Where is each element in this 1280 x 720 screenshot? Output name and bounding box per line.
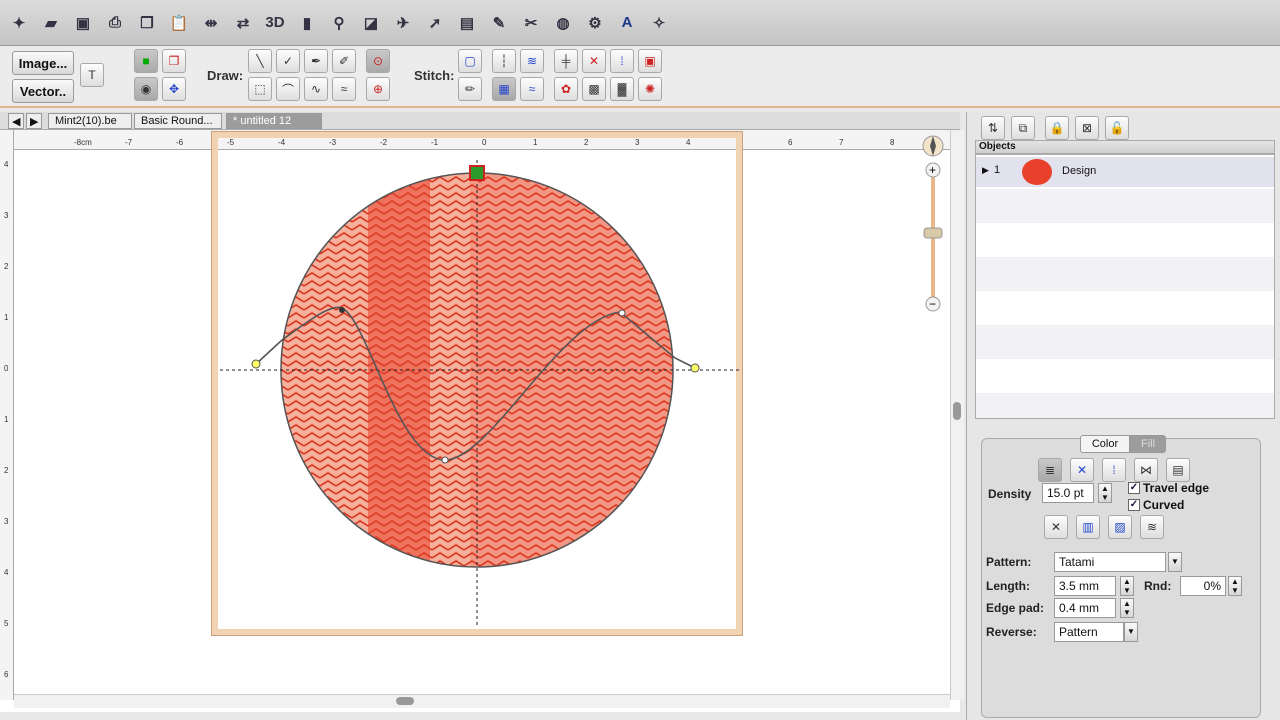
rnd-stepper[interactable]: ▲ ▼	[1228, 576, 1242, 596]
curved-checkbox[interactable]: ✓ Curved	[1128, 498, 1184, 512]
travel-edge-checkbox[interactable]: ✓ Travel edge	[1128, 481, 1209, 495]
fill-type-tatami-icon[interactable]: ≣	[1038, 458, 1062, 482]
travel-edge-label: Travel edge	[1143, 481, 1210, 495]
density-label: Density	[988, 487, 1032, 501]
curved-label: Curved	[1143, 498, 1185, 512]
fill-type-cross-icon[interactable]: ✕	[1070, 458, 1094, 482]
reverse-label: Reverse:	[986, 625, 1037, 639]
reverse-dropdown-icon[interactable]: ▼	[1124, 622, 1138, 642]
direction-vertical-icon[interactable]: ▥	[1076, 515, 1100, 539]
object-name: Design	[1062, 165, 1097, 177]
fill-type-bow-icon[interactable]: ⋈	[1134, 458, 1158, 482]
unlock-icon[interactable]: 🔓	[1105, 116, 1129, 140]
control-point[interactable]	[339, 307, 345, 313]
pattern-select[interactable]: Tatami	[1054, 552, 1166, 572]
properties-panel: Color Fill ≣ ✕ ⁞ ⋈ ▤ Density 15.0 pt ▲ ▼ …	[981, 435, 1261, 718]
objects-list: ▶ 1 Design	[975, 154, 1275, 419]
tab-color[interactable]: Color	[1080, 435, 1130, 453]
control-point[interactable]	[618, 309, 626, 317]
edge-pad-field[interactable]: 0.4 mm	[1054, 598, 1116, 618]
hide-icon[interactable]: ⊠	[1075, 116, 1099, 140]
control-point[interactable]	[690, 363, 700, 373]
object-row[interactable]: ▶ 1 Design	[976, 157, 1274, 187]
right-panel: ⇅ ⧉ 🔒 ⊠ 🔓 Objects ▶ 1 Design Color Fill …	[966, 112, 1280, 720]
tab-fill[interactable]: Fill	[1130, 435, 1166, 453]
density-stepper[interactable]: ▲ ▼	[1098, 483, 1112, 503]
lock-icon[interactable]: 🔒	[1045, 116, 1069, 140]
control-point[interactable]	[251, 359, 261, 369]
object-order-icon[interactable]: ⇅	[981, 116, 1005, 140]
density-field[interactable]: 15.0 pt	[1042, 483, 1094, 503]
pattern-dropdown-icon[interactable]: ▼	[1168, 552, 1182, 572]
vertical-scrollbar[interactable]	[950, 130, 964, 700]
horizontal-scrollbar[interactable]	[14, 694, 950, 708]
edge-pad-stepper[interactable]: ▲ ▼	[1120, 598, 1134, 618]
rnd-field[interactable]: 0%	[1180, 576, 1226, 596]
stitch-design[interactable]	[0, 0, 960, 712]
pattern-label: Pattern:	[986, 555, 1032, 569]
edge-pad-label: Edge pad:	[986, 601, 1045, 615]
expand-arrow-icon[interactable]: ▶	[982, 165, 989, 176]
object-group-icon[interactable]: ⧉	[1011, 116, 1035, 140]
direction-cross-icon[interactable]: ✕	[1044, 515, 1068, 539]
control-point[interactable]	[441, 456, 449, 464]
navigator[interactable]: + −	[918, 132, 948, 316]
fill-type-column-icon[interactable]: ⁞	[1102, 458, 1126, 482]
object-index: 1	[994, 164, 1001, 176]
length-field[interactable]: 3.5 mm	[1054, 576, 1116, 596]
fill-type-page-icon[interactable]: ▤	[1166, 458, 1190, 482]
direction-diagonal-icon[interactable]: ▨	[1108, 515, 1132, 539]
object-color-swatch	[1022, 159, 1052, 185]
svg-text:+: +	[929, 163, 936, 177]
start-marker-icon[interactable]	[469, 165, 485, 181]
length-stepper[interactable]: ▲ ▼	[1120, 576, 1134, 596]
reverse-select[interactable]: Pattern	[1054, 622, 1124, 642]
direction-wave-icon[interactable]: ≋	[1140, 515, 1164, 539]
svg-text:−: −	[929, 297, 936, 311]
length-label: Length:	[986, 579, 1030, 593]
rnd-label: Rnd:	[1144, 579, 1172, 593]
objects-header: Objects	[975, 140, 1275, 154]
